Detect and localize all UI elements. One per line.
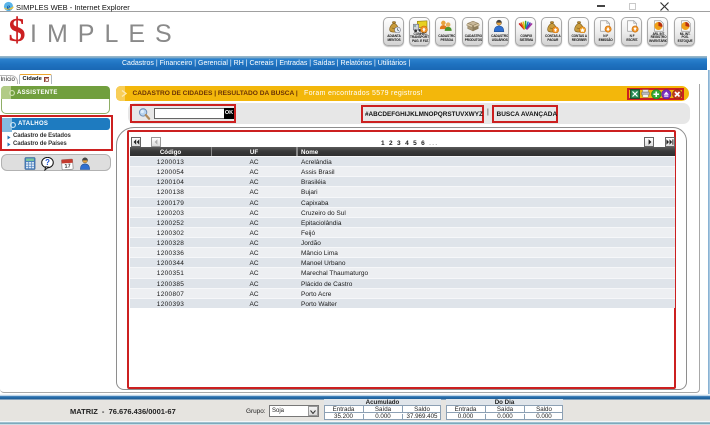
svg-text:?: ? [45,158,50,167]
svg-text:e: e [7,2,11,11]
svg-text:17: 17 [64,163,71,169]
